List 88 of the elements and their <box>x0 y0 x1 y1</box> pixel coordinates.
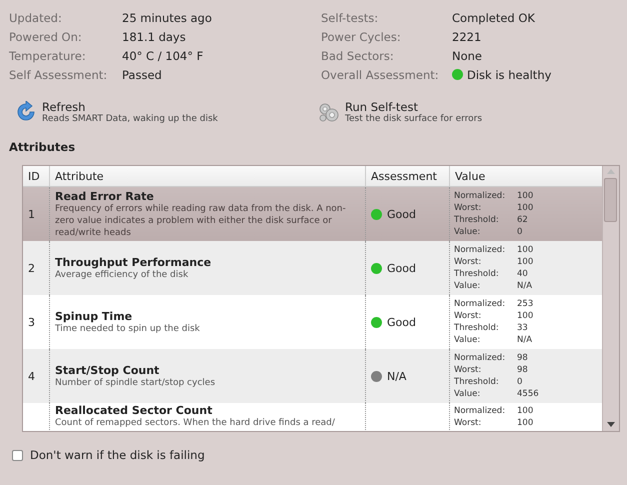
value-number: 100 <box>517 256 534 268</box>
scrollbar[interactable] <box>602 166 619 431</box>
attribute-description: Count of remapped sectors. When the hard drive finds a read/ <box>55 417 335 429</box>
value-number: 62 <box>517 214 528 226</box>
value-number: 33 <box>517 322 528 334</box>
value-number: N/A <box>517 334 532 346</box>
info-label: Bad Sectors: <box>321 48 395 62</box>
value-label: Threshold: <box>454 376 500 388</box>
value-number: 100 <box>517 202 534 214</box>
checkbox[interactable] <box>12 450 23 460</box>
info-value: Passed <box>122 68 162 82</box>
value-number: N/A <box>517 280 532 292</box>
value-label: Value: <box>454 280 482 292</box>
id-cell: 3 <box>28 316 35 328</box>
value-label: Threshold: <box>454 214 500 226</box>
value-label: Worst: <box>454 310 482 322</box>
info-label: Self-tests: <box>321 10 380 24</box>
value-number: 100 <box>517 417 534 429</box>
checkbox-label[interactable]: Don't warn if the disk is failing <box>30 448 205 462</box>
refresh-icon[interactable] <box>15 101 37 123</box>
attribute-name: Throughput Performance <box>55 256 212 268</box>
value-number: 100 <box>517 190 534 202</box>
info-value: 181.1 days <box>122 30 186 44</box>
id-cell: 1 <box>28 208 35 220</box>
column-header[interactable]: Attribute <box>49 166 365 186</box>
value-number: 98 <box>517 364 528 376</box>
value-number: 100 <box>517 405 534 417</box>
value-label: Worst: <box>454 417 482 429</box>
info-value: 2221 <box>452 30 482 44</box>
value-label: Normalized: <box>454 405 506 417</box>
value-label: Value: <box>454 226 482 238</box>
value-label: Threshold: <box>454 268 500 280</box>
table-row[interactable]: 4 Start/Stop Count Number of spindle start/stop cycles N/A Normalized: 98 Worst: 98 Threshold: 0 Value: 4556 <box>23 349 602 403</box>
scroll-down-icon[interactable] <box>607 422 615 427</box>
value-number: 100 <box>517 244 534 256</box>
value-label: Normalized: <box>454 298 506 310</box>
table-row[interactable]: 2 Throughput Performance Average efficiency of the disk Good Normalized: 100 Worst: 100 Threshold: 40 Value: N/A <box>23 241 602 295</box>
assessment-text: Good <box>387 262 416 274</box>
info-label: Temperature: <box>9 48 87 62</box>
column-header[interactable]: Assessment <box>365 166 449 186</box>
scroll-thumb[interactable] <box>604 178 617 222</box>
info-label: Powered On: <box>9 30 83 44</box>
attribute-description: Average efficiency of the disk <box>55 268 188 280</box>
action-title[interactable]: Run Self-test <box>345 100 482 114</box>
value-label: Worst: <box>454 202 482 214</box>
value-label: Normalized: <box>454 190 506 202</box>
value-label: Normalized: <box>454 244 506 256</box>
value-label: Threshold: <box>454 322 500 334</box>
table-row[interactable] <box>23 187 602 241</box>
id-cell: 4 <box>28 370 35 382</box>
assessment-text: Good <box>387 316 416 328</box>
info-value: Disk is healthy <box>467 68 552 82</box>
info-value: Completed OK <box>452 10 535 24</box>
info-label: Self Assessment: <box>9 68 108 82</box>
value-label: Value: <box>454 388 482 400</box>
attribute-description: Number of spindle start/stop cycles <box>55 376 216 388</box>
value-label: Worst: <box>454 364 482 376</box>
value-label: Value: <box>454 334 482 346</box>
value-number: 100 <box>517 310 534 322</box>
action-title[interactable]: Refresh <box>42 100 218 114</box>
section-heading: Attributes <box>9 140 76 154</box>
value-number: 0 <box>517 376 522 388</box>
info-value: None <box>452 48 482 62</box>
value-number: 4556 <box>517 388 539 400</box>
assessment-text: N/A <box>387 370 406 382</box>
assessment-text: Good <box>387 208 416 220</box>
info-value: 25 minutes ago <box>122 10 212 24</box>
attribute-name: Read Error Rate <box>55 190 154 202</box>
value-number: 253 <box>517 298 534 310</box>
gears-icon[interactable] <box>318 101 340 123</box>
attribute-description: Frequency of errors while reading raw data from the disk. A non-zero value indicates a problem with either the disk surface or read/write heads <box>55 202 347 238</box>
column-header[interactable]: ID <box>23 166 49 186</box>
info-label: Overall Assessment: <box>321 68 440 82</box>
attribute-name: Reallocated Sector Count <box>55 404 212 417</box>
value-number: 0 <box>517 226 522 238</box>
value-number: 98 <box>517 352 528 364</box>
info-value: 40° C / 104° F <box>122 48 204 62</box>
value-label: Worst: <box>454 256 482 268</box>
action-subtitle: Test the disk surface for errors <box>345 114 482 124</box>
info-label: Updated: <box>9 10 63 24</box>
attribute-description: Time needed to spin up the disk <box>55 322 200 334</box>
action-subtitle: Reads SMART Data, waking up the disk <box>42 114 218 124</box>
value-label: Normalized: <box>454 352 506 364</box>
attribute-name: Start/Stop Count <box>55 364 160 376</box>
info-label: Power Cycles: <box>321 30 402 44</box>
value-number: 40 <box>517 268 528 280</box>
attribute-name: Spinup Time <box>55 310 132 322</box>
id-cell: 2 <box>28 262 35 274</box>
